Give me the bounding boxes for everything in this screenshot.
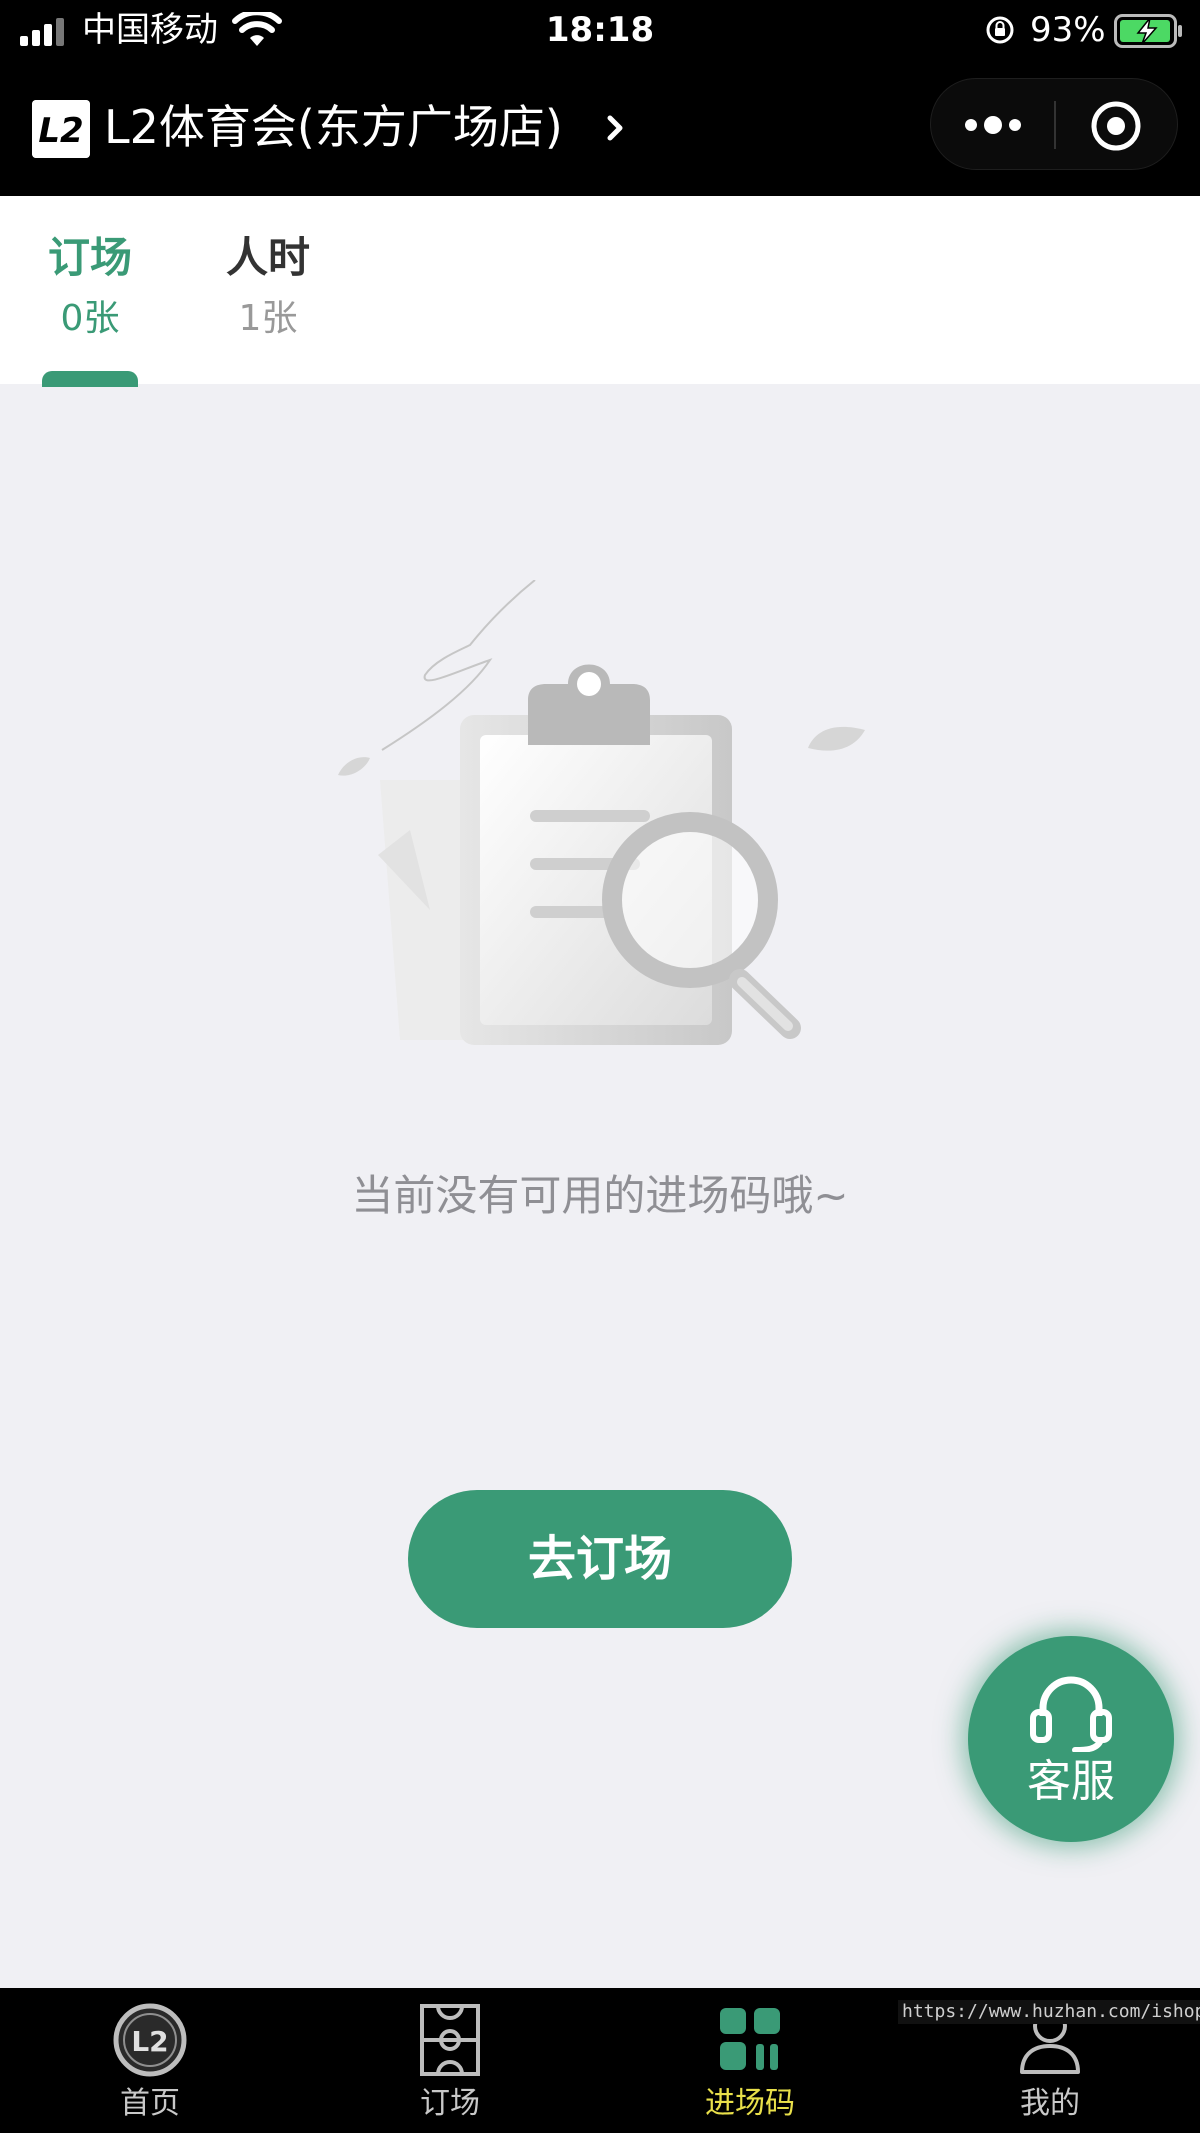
nav-home[interactable]: L2 首页 xyxy=(0,1988,300,2133)
watermark-url: https://www.huzhan.com/ishop999 xyxy=(898,2000,1200,2024)
nav-booking-label: 订场 xyxy=(420,2086,480,2121)
customer-service-button[interactable]: 客服 xyxy=(968,1636,1174,1842)
go-book-button[interactable]: 去订场 xyxy=(408,1490,792,1628)
battery-charging-icon xyxy=(1114,14,1182,48)
nav-home-label: 首页 xyxy=(120,2086,180,2121)
court-icon xyxy=(420,2004,480,2076)
battery-percentage: 93% xyxy=(1030,10,1106,50)
tab-hours-count: 1张 xyxy=(238,298,298,339)
target-icon[interactable] xyxy=(1089,99,1143,153)
status-bar: 中国移动 18:18 93% xyxy=(0,0,1200,62)
tab-hours[interactable]: 人时 1张 xyxy=(198,232,338,346)
nav-entry-code-label: 进场码 xyxy=(705,2086,795,2121)
headset-icon xyxy=(1030,1676,1112,1752)
more-icon[interactable] xyxy=(961,105,1025,145)
empty-state-message: 当前没有可用的进场码哦~ xyxy=(351,1171,849,1220)
clipboard-search-illustration xyxy=(338,580,865,1045)
capsule-divider xyxy=(1054,101,1056,149)
tab-booking-label: 订场 xyxy=(47,233,132,282)
clock: 18:18 xyxy=(545,10,655,50)
tab-booking-count: 0张 xyxy=(60,298,120,339)
entry-code-icon xyxy=(720,2008,780,2070)
active-tab-indicator xyxy=(42,371,138,387)
chevron-right-icon[interactable] xyxy=(600,110,632,146)
svg-text:L2: L2 xyxy=(131,2025,168,2058)
nav-booking[interactable]: 订场 xyxy=(300,1988,600,2133)
tab-booking[interactable]: 订场 0张 xyxy=(20,232,160,346)
capsule-menu xyxy=(930,78,1178,170)
home-logo-icon: L2 xyxy=(113,2003,187,2077)
l2-logo: L2 xyxy=(32,100,90,158)
logo-text: L2 xyxy=(38,111,83,151)
mini-program-header: L2 L2体育会(东方广场店) xyxy=(0,62,1200,196)
customer-service-label: 客服 xyxy=(1027,1756,1115,1807)
rotation-lock-icon xyxy=(986,16,1014,44)
nav-entry-code[interactable]: 进场码 xyxy=(600,1988,900,2133)
venue-title[interactable]: L2体育会(东方广场店) xyxy=(104,92,563,162)
nav-profile-label: 我的 xyxy=(1020,2086,1080,2121)
tab-hours-label: 人时 xyxy=(225,233,310,282)
ticket-tabs: 订场 0张 人时 1张 xyxy=(0,196,1200,387)
